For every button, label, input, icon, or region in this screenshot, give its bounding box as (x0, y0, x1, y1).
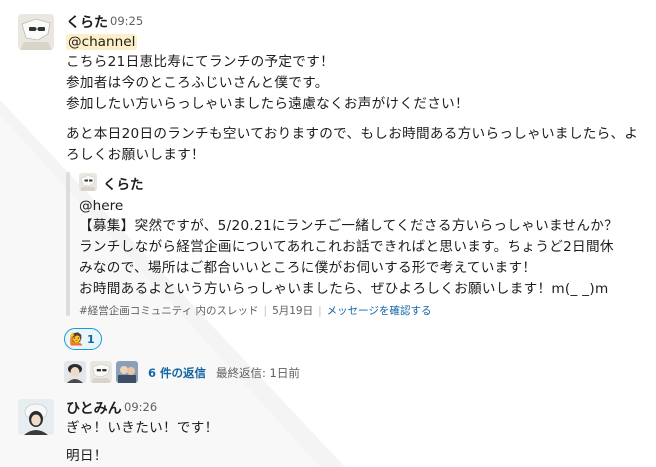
quote-text-line: 【募集】突然ですが、5/20.21にランチご一緒してくださる方いらっしゃいません… (79, 218, 619, 234)
message-text-line: 参加者は今のところふじいさんと僕です。 (66, 75, 329, 91)
quote-avatar[interactable] (79, 173, 97, 191)
quote-mention-line: @here (79, 196, 123, 216)
meta-separator: | (318, 305, 322, 317)
reply-avatar[interactable] (64, 361, 86, 383)
author-name[interactable]: くらた (66, 12, 108, 32)
raising-hand-emoji-icon: 🙋 (69, 332, 84, 346)
reaction-button[interactable]: 🙋 1 (64, 328, 102, 350)
quote-meta: #経営企画コミュニティ 内のスレッド | 5月19日 | メッセージを確認する (79, 303, 431, 318)
reply-avatar-image (64, 361, 86, 383)
quote-thread-channel[interactable]: #経営企画コミュニティ 内のスレッド (79, 305, 259, 317)
message-text-line: 参加したい方いらっしゃいましたら遠慮なくお声がけください！ (66, 96, 469, 112)
quote-text-line: みなので、場所はご都合いいところに僕がお伺いする形で考えています！ (79, 260, 537, 276)
view-message-link[interactable]: メッセージを確認する (327, 305, 432, 317)
avatar-hitomin[interactable] (18, 399, 54, 435)
here-mention[interactable]: @here (79, 198, 123, 214)
reaction-count: 1 (86, 332, 95, 346)
avatar-hitomin-image (18, 399, 54, 435)
message-timestamp[interactable]: 09:26 (124, 400, 157, 414)
quote-date[interactable]: 5月19日 (272, 305, 313, 317)
avatar-kurata-image (18, 14, 54, 50)
reply-avatar[interactable] (90, 361, 112, 383)
quote-text-line: お時間あるよという方いらっしゃいましたら、ぜひよろしくお願いします！m(_ _)… (79, 281, 609, 297)
meta-separator: | (263, 305, 268, 317)
message-text-line: あと本日20日のランチも空いておりますので、もしお時間ある方いらっしゃいましたら… (66, 126, 639, 142)
reply-avatar[interactable] (116, 361, 138, 383)
message-text-line: こちら21日恵比寿にてランチの予定です！ (66, 54, 334, 70)
quote-avatar-image (79, 173, 97, 191)
quote-text-line: ランチしながら経営企画についてあれこれお話できればと思います。ちょうど2日間休 (79, 239, 614, 255)
last-reply-time: 最終返信: 1日前 (216, 366, 300, 380)
quote-bar (66, 172, 70, 316)
thread-replies-link[interactable]: 6 件の返信 (148, 365, 206, 381)
avatar-kurata[interactable] (18, 14, 54, 50)
quote-author-name[interactable]: くらた (103, 173, 144, 193)
message-text-line: ろしくお願いします！ (66, 147, 205, 163)
channel-mention[interactable]: @channel (66, 34, 138, 50)
message-text-line: ぎゃ！いきたい！です！ (66, 420, 219, 436)
author-name[interactable]: ひとみん (66, 398, 122, 418)
message-timestamp[interactable]: 09:25 (110, 14, 143, 28)
reply-avatar-image (116, 361, 138, 383)
message-text-line: 明日！ (66, 448, 108, 464)
reply-avatar-image (90, 361, 112, 383)
message-mention-line: @channel (66, 32, 138, 52)
